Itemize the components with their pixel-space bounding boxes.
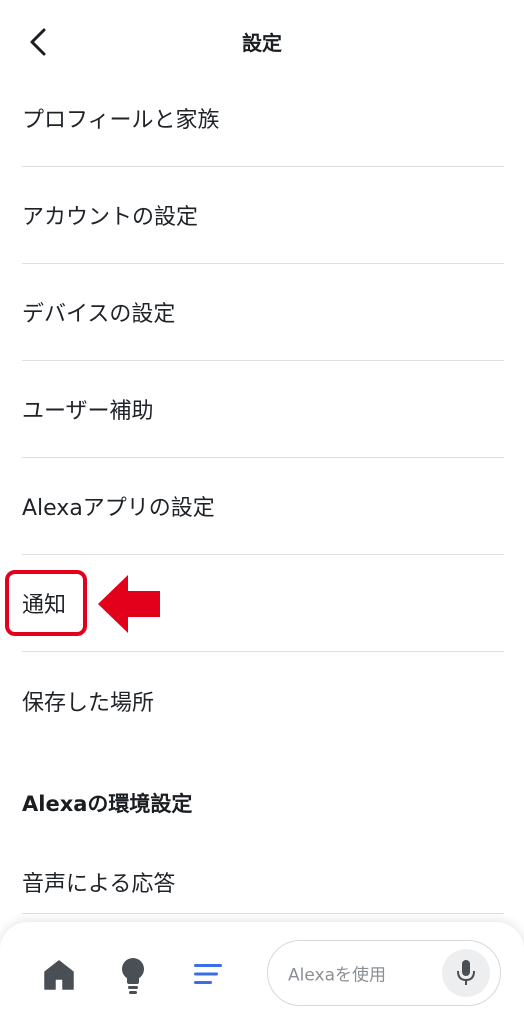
settings-item-saved-places[interactable]: 保存した場所 — [22, 652, 504, 749]
microphone-button[interactable] — [442, 949, 490, 997]
arrow-left-icon — [98, 575, 160, 633]
settings-item-label: ユーザー補助 — [22, 399, 154, 424]
settings-item-label: 保存した場所 — [22, 690, 155, 716]
alexa-input[interactable]: Alexaを使用 — [267, 940, 501, 1006]
home-icon[interactable] — [42, 958, 76, 992]
section-title: Alexaの環境設定 — [22, 792, 193, 816]
page-title: 設定 — [242, 31, 282, 55]
alexa-input-placeholder: Alexaを使用 — [288, 965, 386, 986]
settings-item-label: アカウントの設定 — [22, 205, 199, 230]
bottom-navigation: Alexaを使用 — [0, 922, 524, 1024]
lightbulb-icon[interactable] — [118, 956, 148, 996]
menu-icon[interactable] — [192, 962, 224, 986]
settings-item-account[interactable]: アカウントの設定 — [22, 167, 504, 264]
settings-item-profile-family[interactable]: プロフィールと家族 — [22, 70, 504, 167]
settings-item-label: デバイスの設定 — [22, 302, 176, 327]
settings-item-devices[interactable]: デバイスの設定 — [22, 264, 504, 361]
settings-screen: 設定 プロフィールと家族 アカウントの設定 デバイスの設定 ユーザー補助 Ale… — [0, 0, 524, 1024]
settings-item-label: プロフィールと家族 — [22, 108, 220, 133]
settings-item-label: Alexaアプリの設定 — [22, 496, 215, 521]
settings-item-notifications[interactable]: 通知 — [22, 555, 504, 652]
settings-list: プロフィールと家族 アカウントの設定 デバイスの設定 ユーザー補助 Alexaア… — [0, 70, 524, 749]
settings-item-accessibility[interactable]: ユーザー補助 — [22, 361, 504, 458]
notification-highlight-box — [5, 570, 87, 636]
microphone-icon — [457, 960, 475, 985]
settings-item-voice-responses[interactable]: 音声による応答 — [22, 826, 504, 914]
settings-item-label: 音声による応答 — [22, 872, 176, 897]
settings-item-app-settings[interactable]: Alexaアプリの設定 — [22, 458, 504, 555]
